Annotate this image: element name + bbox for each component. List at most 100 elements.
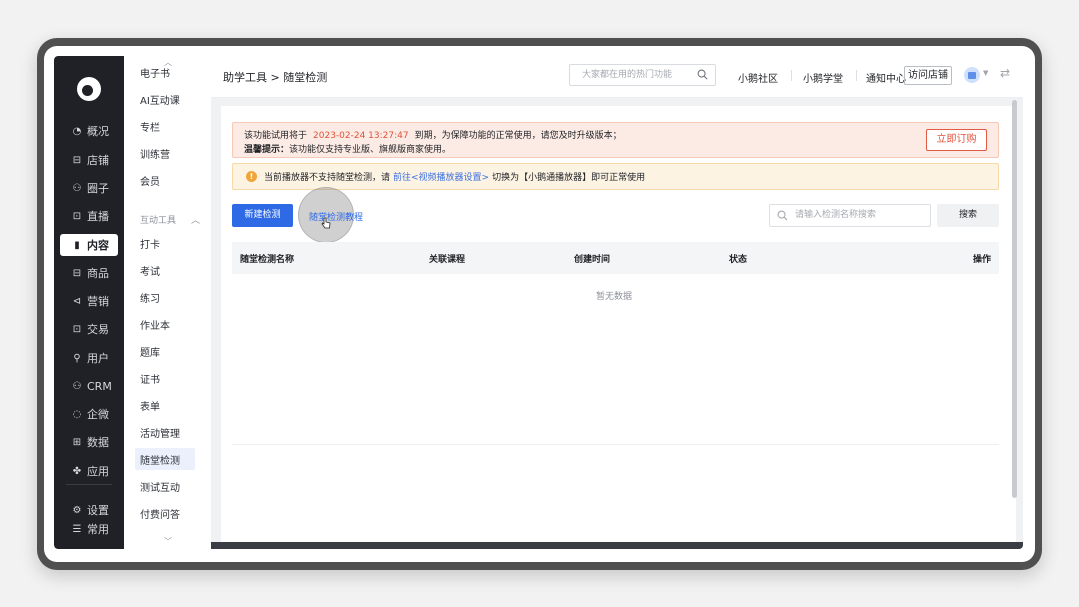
nav-bottom-item-1[interactable]: ☰ 常用 [60,518,118,540]
trade-icon: ⊡ [72,323,82,335]
submenu-item[interactable]: 付费问答 [135,502,195,524]
scroll-down-icon[interactable]: ﹀ [164,536,172,547]
tip-text: 该功能仅支持专业版、旗舰版商家使用。 [289,145,452,155]
gear-icon: ⚙ [72,504,82,516]
nav-item-label: CRM [87,379,112,393]
link-notification-center[interactable]: 通知中心 [866,70,906,85]
nav-item-10[interactable]: ◌ 企微 [60,403,118,425]
column-name: 随堂检测名称 [240,255,295,265]
nav-item-8[interactable]: ⚲ 用户 [60,347,118,369]
scrollbar[interactable] [1012,100,1017,498]
nav-item-label: 应用 [87,465,109,478]
submenu-item[interactable]: 作业本 [135,313,195,335]
submenu-item[interactable]: 训练营 [135,142,195,164]
search-button[interactable]: 搜索 [937,204,999,227]
link-community[interactable]: 小鹅社区 [738,70,778,85]
logo-icon[interactable] [77,77,101,101]
submenu-item[interactable]: 练习 [135,286,195,308]
wecom-icon: ◌ [72,408,82,420]
buy-now-button[interactable]: 立即订购 [926,129,987,151]
nav-item-label: 概况 [87,125,109,138]
submenu-item[interactable]: 表单 [135,394,195,416]
nav-item-3[interactable]: ⊡ 直播 [60,205,118,227]
link-academy[interactable]: 小鹅学堂 [803,70,843,85]
nav-item-12[interactable]: ✤ 应用 [60,460,118,482]
nav-item-5[interactable]: ⊟ 商品 [60,262,118,284]
submenu-item[interactable]: AI互动课 [135,88,195,110]
nav-item-11[interactable]: ⊞ 数据 [60,431,118,453]
table-bottom-border [232,444,999,445]
live-icon: ⊡ [72,210,82,222]
submenu-item[interactable]: 专栏 [135,115,195,137]
submenu-item[interactable]: 活动管理 [135,421,195,443]
nav-item-6[interactable]: ⊲ 营销 [60,290,118,312]
expire-date: 2023-02-24 13:27:47 [313,131,409,141]
global-search-input[interactable]: 大家都在用的热门功能 [569,64,716,86]
chevron-down-icon[interactable]: ▼ [983,69,988,77]
nav-item-2[interactable]: ⚇ 圈子 [60,177,118,199]
nav-item-0[interactable]: ◔ 概况 [60,120,118,142]
user-icon: ⚲ [73,352,81,364]
breadcrumb: 助学工具 > 随堂检测 [223,71,328,84]
product-icon: ⊟ [72,267,82,279]
submenu-item[interactable]: 会员 [135,169,195,191]
table-header: 随堂检测名称 关联课程 创建时间 状态 操作 [232,242,999,274]
pie-chart-icon: ◔ [72,125,82,137]
new-test-button[interactable]: 新建检测 [232,204,293,227]
tutorial-link[interactable]: 随堂检测教程 [309,210,363,223]
visit-store-button[interactable]: 访问店铺 [904,66,952,85]
nav-item-label: 营销 [87,295,109,308]
submenu-group-header[interactable]: 互动工具 ︿ [140,213,200,226]
submenu-item[interactable]: 题库 [135,340,195,362]
header-divider [791,70,792,81]
submenu-item[interactable]: 随堂检测 [135,448,195,470]
test-search-input[interactable]: 请输入检测名称搜索 [769,204,931,227]
device-frame: ◔ 概况 ⊟ 店铺 ⚇ 圈子 ⊡ 直播 ▮ 内容 ⊟ 商品 ⊲ 营销 ⊡ 交易 ⚲ 用户 ⚇ CRM ◌ 企微 ⊞ 数据 ✤ 应用… [37,38,1042,570]
screen: ◔ 概况 ⊟ 店铺 ⚇ 圈子 ⊡ 直播 ▮ 内容 ⊟ 商品 ⊲ 营销 ⊡ 交易 ⚲ 用户 ⚇ CRM ◌ 企微 ⊞ 数据 ✤ 应用… [44,46,1035,562]
nav-item-label: 内容 [87,239,109,252]
submenu-item[interactable]: 打卡 [135,232,195,254]
top-header: 助学工具 > 随堂检测 大家都在用的热门功能 小鹅社区 小鹅学堂 通知中心 访问… [211,56,1023,98]
nav-item-label: 圈子 [87,182,109,195]
column-created: 创建时间 [574,255,611,265]
submenu-item[interactable]: 考试 [135,259,195,281]
data-icon: ⊞ [72,436,82,448]
switch-icon[interactable]: ⇄ [1000,66,1010,80]
nav-item-label: 直播 [87,210,109,223]
apps-icon: ✤ [72,465,82,477]
player-notice-prefix: 当前播放器不支持随堂检测，请 [264,173,391,183]
submenu-item[interactable]: 证书 [135,367,195,389]
header-divider [856,70,857,81]
nav-item-9[interactable]: ⚇ CRM [60,375,118,397]
nav-item-label: 数据 [87,436,109,449]
notice-suffix: 到期，为保障功能的正常使用，请您及时升级版本； [414,131,622,141]
main-panel: 该功能试用将于 2023-02-24 13:27:47 到期，为保障功能的正常使用，… [221,106,1016,549]
empty-state: 暂无数据 [596,292,633,302]
marketing-icon: ⊲ [72,295,82,307]
nav-item-label: 交易 [87,323,109,336]
player-notice-suffix: 切换为【小鹅通播放器】即可正常使用 [492,173,646,183]
nav-item-1[interactable]: ⊟ 店铺 [60,149,118,171]
tip-label: 温馨提示： [244,145,290,155]
nav-item-7[interactable]: ⊡ 交易 [60,318,118,340]
avatar[interactable] [964,67,980,83]
player-warning: ! 当前播放器不支持随堂检测，请 前往<视频播放器设置> 切换为【小鹅通播放器】… [232,163,999,190]
warning-icon: ! [246,171,257,182]
submenu-item[interactable]: 电子书 [135,61,195,83]
search-icon [777,210,788,221]
nav-bottom-label: 常用 [87,523,109,536]
search-icon [697,69,708,80]
notice-prefix: 该功能试用将于 [244,131,308,141]
column-actions: 操作 [973,255,992,265]
secondary-menu: ︿ 电子书 AI互动课 专栏 训练营 会员 互动工具 ︿ 打卡 考试 练习 作业本 题库 证书 表单… [124,56,211,549]
list-icon: ☰ [72,523,82,535]
test-search-placeholder: 请输入检测名称搜索 [795,210,877,220]
notice-line-1: 该功能试用将于 2023-02-24 13:27:47 到期，为保障功能的正常使用，… [244,128,622,141]
nav-item-4[interactable]: ▮ 内容 [60,234,118,256]
submenu-item[interactable]: 测试互动 [135,475,195,497]
store-icon: ⊟ [72,154,82,166]
hand-cursor-icon [321,217,331,229]
content-icon: ▮ [74,239,80,251]
taskbar [211,542,1023,549]
player-settings-link[interactable]: 前往<视频播放器设置> [393,170,489,183]
